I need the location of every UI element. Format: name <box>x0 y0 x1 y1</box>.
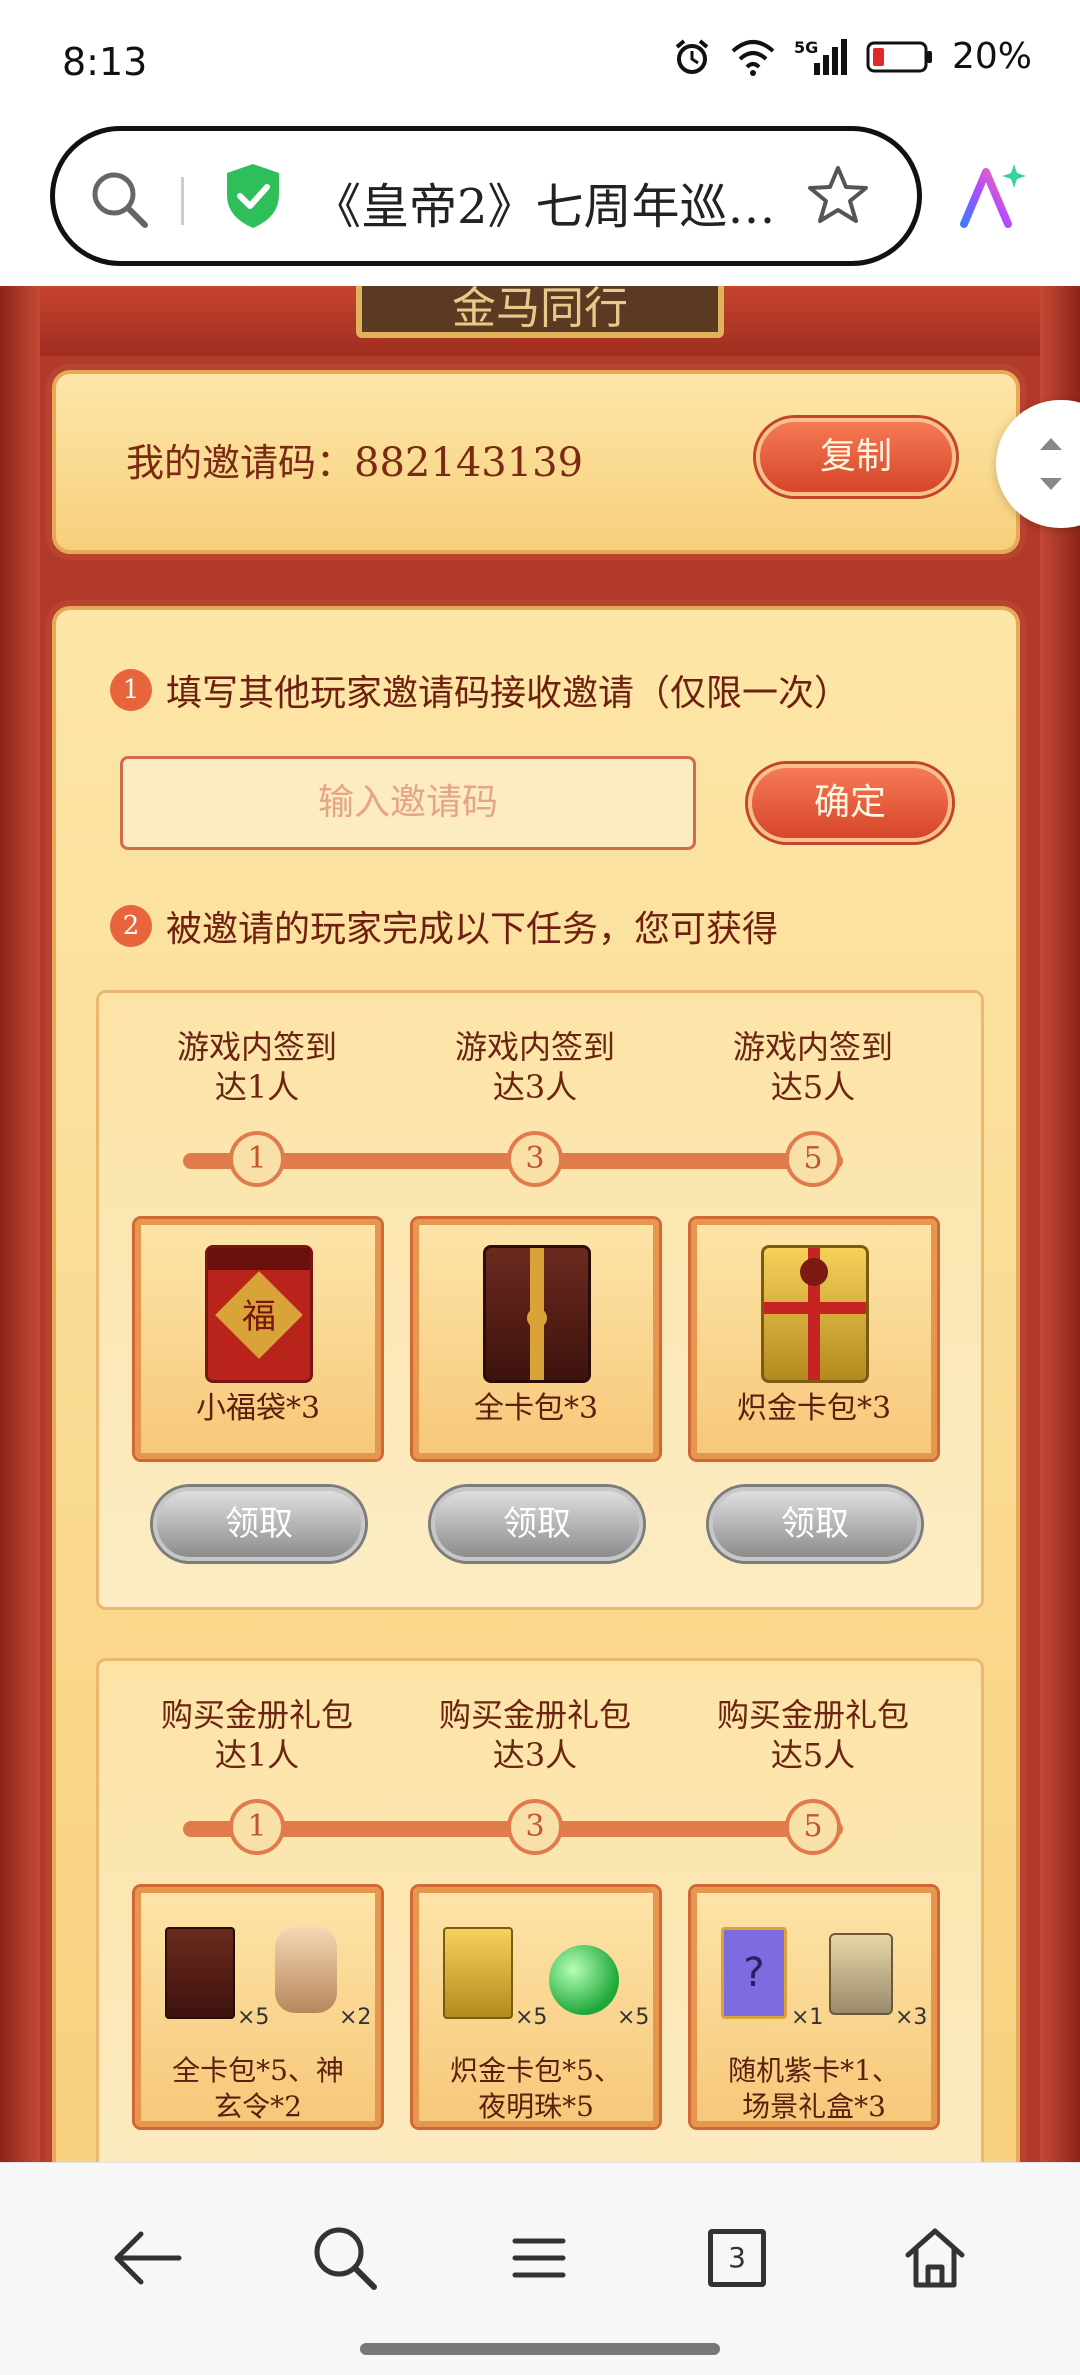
reward-name: 随机紫卡*1、 场景礼盒*3 <box>728 2054 900 2123</box>
scroll-up-icon <box>1040 438 1062 450</box>
page-title[interactable]: 《皇帝2》七周年巡… <box>313 167 823 237</box>
star-bookmark-icon[interactable] <box>805 163 871 233</box>
web-content: 金马同行 我的邀请码：882143139 复制 1 填写其他玩家邀请码接收邀请（… <box>0 286 1080 2162</box>
progress-node: 5 <box>785 1799 841 1855</box>
ai-assistant-icon[interactable] <box>956 160 1028 236</box>
search-button[interactable] <box>300 2213 390 2303</box>
header-plaque-text: 金马同行 <box>452 286 628 334</box>
home-button[interactable] <box>890 2213 980 2303</box>
tier-label: 游戏内签到 达1人 <box>176 1028 337 1106</box>
quantity-label: ×3 <box>895 2005 928 2030</box>
reward-card: ×5 ×5 炽金卡包*5、 夜明珠*5 <box>413 1887 659 2127</box>
tier-label: 购买金册礼包 达3人 <box>438 1696 631 1774</box>
token-icon <box>275 1927 337 2013</box>
right-pillar <box>1040 286 1080 2162</box>
home-indicator[interactable] <box>360 2343 720 2355</box>
quantity-label: ×5 <box>617 2005 650 2030</box>
progress-node: 3 <box>507 1131 563 1187</box>
reward-name: 小福袋*3 <box>195 1391 321 1426</box>
reward-card: 福 小福袋*3 <box>135 1219 381 1459</box>
quantity-label: ×5 <box>515 2005 548 2030</box>
back-arrow-icon <box>114 2231 182 2285</box>
reward-card: 炽金卡包*3 <box>691 1219 937 1459</box>
address-bar[interactable]: 《皇帝2》七周年巡… <box>50 126 922 266</box>
left-pillar <box>0 286 40 2162</box>
progress-node: 3 <box>507 1799 563 1855</box>
step-1-text: 填写其他玩家邀请码接收邀请（仅限一次） <box>166 673 851 714</box>
step-2-number: 2 <box>110 905 152 947</box>
invite-code-input[interactable]: 输入邀请码 <box>120 756 696 850</box>
tabs-button[interactable]: 3 <box>692 2213 782 2303</box>
tier-label: 游戏内签到 达3人 <box>454 1028 615 1106</box>
invite-tasks-card: 1 填写其他玩家邀请码接收邀请（仅限一次） 输入邀请码 确定 2 被邀请的玩家完… <box>52 606 1020 2162</box>
step-2: 2 被邀请的玩家完成以下任务，您可获得 <box>110 900 778 952</box>
step-2-text: 被邀请的玩家完成以下任务，您可获得 <box>166 909 779 950</box>
tier-label: 购买金册礼包 达1人 <box>160 1696 353 1774</box>
reward-card: ? ×1 ×3 随机紫卡*1、 场景礼盒*3 <box>691 1887 937 2127</box>
back-button[interactable] <box>102 2213 192 2303</box>
checkin-task-panel: 游戏内签到 达1人 游戏内签到 达3人 游戏内签到 达5人 1 3 5 福 小福袋*3 <box>96 990 984 1610</box>
shield-check-icon[interactable] <box>223 161 283 235</box>
invite-code-label: 我的邀请码：882143139 <box>126 432 583 487</box>
claim-button[interactable]: 领取 <box>709 1487 921 1561</box>
claim-button[interactable]: 领取 <box>431 1487 643 1561</box>
reward-name: 炽金卡包*5、 夜明珠*5 <box>450 2054 622 2123</box>
progress-node: 5 <box>785 1131 841 1187</box>
claim-button[interactable]: 领取 <box>153 1487 365 1561</box>
search-icon[interactable] <box>87 167 151 235</box>
scroll-down-icon <box>1040 478 1062 490</box>
menu-icon <box>512 2238 566 2278</box>
tier-label: 购买金册礼包 达5人 <box>716 1696 909 1774</box>
my-invite-card: 我的邀请码：882143139 复制 <box>52 370 1020 554</box>
gold-card-pack-icon <box>443 1927 513 2019</box>
reward-card: 全卡包*3 <box>413 1219 659 1459</box>
confirm-button[interactable]: 确定 <box>748 764 952 842</box>
mystery-card-icon: ? <box>721 1927 787 2019</box>
home-icon <box>905 2228 965 2288</box>
purchase-task-panel: 购买金册礼包 达1人 购买金册礼包 达3人 购买金册礼包 达5人 1 3 5 ×5 ×… <box>96 1658 984 2162</box>
search-icon <box>314 2227 377 2290</box>
copy-button[interactable]: 复制 <box>756 418 956 496</box>
pearl-icon <box>549 1945 619 2015</box>
signal-5g-icon: 5G <box>794 37 848 77</box>
card-pack-icon <box>483 1245 591 1383</box>
card-pack-icon <box>165 1927 235 2019</box>
tier-label: 游戏内签到 达5人 <box>732 1028 893 1106</box>
gold-card-pack-icon <box>761 1245 869 1383</box>
header-plaque: 金马同行 <box>356 286 724 338</box>
reward-card: ×5 ×2 全卡包*5、神 玄令*2 <box>135 1887 381 2127</box>
svg-text:福: 福 <box>242 1297 276 1337</box>
gift-box-icon <box>829 1933 893 2015</box>
invite-code-value: 882143139 <box>354 440 584 486</box>
alarm-icon <box>672 37 712 77</box>
battery-icon <box>866 40 934 74</box>
invite-code-caption: 我的邀请码： <box>126 441 355 485</box>
step-1-number: 1 <box>110 669 152 711</box>
status-icons: 5G 20% <box>672 36 1032 77</box>
svg-text:5G: 5G <box>794 38 818 57</box>
lucky-bag-icon: 福 <box>205 1245 313 1383</box>
quantity-label: ×2 <box>339 2005 372 2030</box>
progress-node: 1 <box>229 1131 285 1187</box>
quantity-label: ×5 <box>237 2005 270 2030</box>
reward-name: 炽金卡包*3 <box>736 1391 892 1426</box>
progress-node: 1 <box>229 1799 285 1855</box>
tabs-icon: 3 <box>708 2229 766 2287</box>
divider <box>181 177 184 225</box>
menu-button[interactable] <box>494 2213 584 2303</box>
reward-name: 全卡包*5、神 玄令*2 <box>172 2054 344 2123</box>
wifi-icon <box>730 37 776 77</box>
reward-name: 全卡包*3 <box>473 1391 599 1426</box>
status-time: 8:13 <box>62 40 148 84</box>
step-1: 1 填写其他玩家邀请码接收邀请（仅限一次） <box>110 664 850 716</box>
status-bar: 8:13 5G 20% <box>0 0 1080 120</box>
battery-percent: 20% <box>951 36 1032 77</box>
quantity-label: ×1 <box>791 2005 824 2030</box>
